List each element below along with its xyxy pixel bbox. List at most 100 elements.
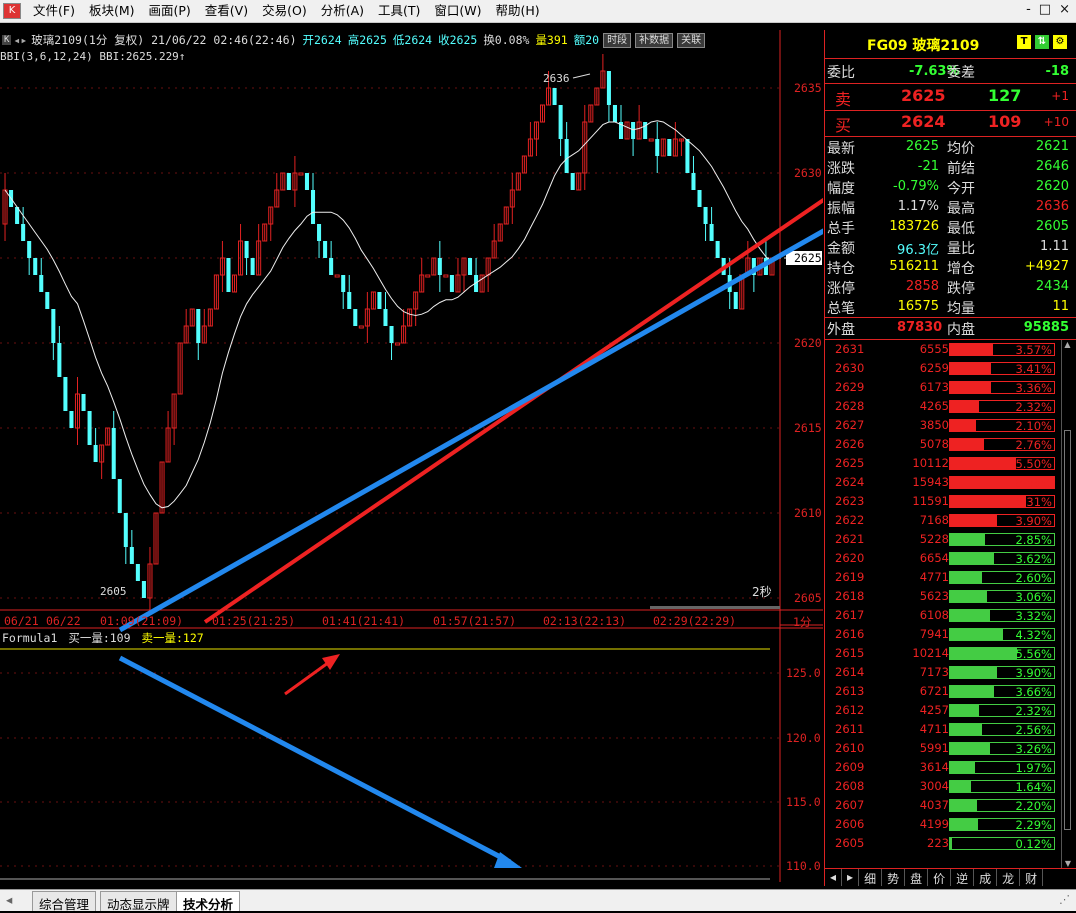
maximize-button[interactable]: □ [1039, 2, 1051, 17]
menu-file[interactable]: 文件(F) [26, 0, 82, 22]
stat-label: 前结 [947, 161, 975, 177]
menu-analysis[interactable]: 分析(A) [314, 0, 371, 22]
depth-row[interactable]: 2629 6173 3.36% [825, 378, 1059, 397]
depth-volume: 7168 [919, 513, 949, 527]
candle-body [298, 172, 304, 176]
depth-row[interactable]: 2624 15943 8.68% [825, 473, 1059, 492]
header-open: 开2624 [302, 33, 342, 47]
depth-bar-fill [951, 762, 975, 773]
tab-dynamic-board[interactable]: 动态显示牌 [100, 891, 177, 912]
candle-body [141, 581, 146, 598]
link-button[interactable]: 关联 [677, 32, 706, 48]
menu-trade[interactable]: 交易(O) [255, 0, 314, 22]
depth-row[interactable]: 2608 3004 1.64% [825, 777, 1059, 796]
gear-icon[interactable]: ⚙ [1053, 35, 1067, 49]
depth-row[interactable]: 2617 6108 3.32% [825, 606, 1059, 625]
tab-reverse[interactable]: 逆 [951, 869, 975, 886]
timeframe-button[interactable]: 时段 [603, 32, 632, 48]
minimize-button[interactable]: - [1026, 2, 1031, 17]
header-k-icon[interactable]: K [2, 35, 12, 45]
depth-row[interactable]: 2623 11591 6.31% [825, 492, 1059, 511]
close-button[interactable]: × [1059, 2, 1070, 17]
depth-row[interactable]: 2613 6721 3.66% [825, 682, 1059, 701]
stats-row: 幅度 -0.79% 今开 2620 [825, 177, 1076, 197]
menu-view-screen[interactable]: 画面(P) [142, 0, 198, 22]
scroll-up-arrow[interactable]: ▲ [1062, 340, 1073, 349]
t-button[interactable]: T [1017, 35, 1031, 49]
fill-data-button[interactable]: 补数据 [635, 32, 674, 48]
scroll-down-arrow[interactable]: ▼ [1062, 859, 1074, 868]
order-ratio-label: 委比 [827, 65, 855, 81]
depth-volume: 5991 [919, 741, 949, 755]
scroll-thumb[interactable] [1064, 430, 1071, 830]
depth-row[interactable]: 2610 5991 3.26% [825, 739, 1059, 758]
resize-grip-icon[interactable]: ⋰ [1059, 893, 1070, 906]
depth-row[interactable]: 2621 5228 2.85% [825, 530, 1059, 549]
depth-bar: 6.31% [949, 495, 1055, 508]
tab-next-icon[interactable]: ▸ [842, 869, 860, 886]
tab-trend[interactable]: 势 [882, 869, 906, 886]
depth-row[interactable]: 2616 7941 4.32% [825, 625, 1059, 644]
tab-dragon[interactable]: 龙 [997, 869, 1021, 886]
depth-row[interactable]: 2612 4257 2.32% [825, 701, 1059, 720]
depth-row[interactable]: 2627 3850 2.10% [825, 416, 1059, 435]
candle-body [39, 275, 44, 292]
depth-volume: 4199 [919, 817, 949, 831]
tab-technical[interactable]: 技术分析 [176, 891, 241, 912]
depth-row[interactable]: 2605 223 0.12% [825, 834, 1059, 853]
bid-row[interactable]: 买 2624 109 +10 [825, 112, 1076, 136]
depth-row[interactable]: 2609 3614 1.97% [825, 758, 1059, 777]
depth-scrollbar[interactable]: ▲ ▼ [1061, 340, 1073, 868]
menu-window[interactable]: 窗口(W) [427, 0, 488, 22]
depth-row[interactable]: 2628 4265 2.32% [825, 397, 1059, 416]
depth-row[interactable]: 2607 4037 2.20% [825, 796, 1059, 815]
depth-pct: 2.32% [1015, 400, 1052, 414]
depth-row[interactable]: 2625 10112 5.50% [825, 454, 1059, 473]
tab-finance[interactable]: 财 [1020, 869, 1044, 886]
red-trend-arrow [203, 197, 823, 624]
period-label[interactable]: 1分 [793, 614, 811, 630]
depth-row[interactable]: 2622 7168 3.90% [825, 511, 1059, 530]
depth-row[interactable]: 2611 4711 2.56% [825, 720, 1059, 739]
depth-price: 2628 [835, 399, 865, 413]
tab-book[interactable]: 盘 [905, 869, 929, 886]
depth-price: 2605 [835, 836, 865, 850]
menu-tools[interactable]: 工具(T) [371, 0, 427, 22]
depth-row[interactable]: 2619 4771 2.60% [825, 568, 1059, 587]
depth-pct: 2.32% [1015, 704, 1052, 718]
header-arrow-icon[interactable]: ◂▸ [13, 33, 27, 47]
tab-trades[interactable]: 成 [974, 869, 998, 886]
tab-detail[interactable]: 细 [859, 869, 883, 886]
depth-row[interactable]: 2626 5078 2.76% [825, 435, 1059, 454]
candlestick-chart[interactable]: 2635263026252620261526102605262526362605… [0, 30, 823, 882]
candle-body [667, 139, 672, 156]
menu-sector[interactable]: 板块(M) [82, 0, 142, 22]
depth-price: 2617 [835, 608, 865, 622]
menu-view[interactable]: 查看(V) [198, 0, 255, 22]
candle-body [389, 326, 394, 343]
tab-general[interactable]: 综合管理 [32, 891, 97, 912]
depth-row[interactable]: 2614 7173 3.90% [825, 663, 1059, 682]
depth-row[interactable]: 2606 4199 2.29% [825, 815, 1059, 834]
menu-help[interactable]: 帮助(H) [489, 0, 547, 22]
depth-volume: 6259 [919, 361, 949, 375]
candle-body [117, 479, 122, 513]
candle-body [286, 173, 291, 190]
tab-prev-icon[interactable]: ◂ [825, 869, 843, 886]
candle-body [697, 190, 702, 207]
stat-label: 最新 [827, 141, 855, 157]
tab-price[interactable]: 价 [928, 869, 952, 886]
candle-body [715, 241, 720, 258]
stat-value: 2621 [1035, 139, 1069, 154]
chart-area[interactable]: 2635263026252620261526102605262526362605… [0, 30, 823, 882]
depth-row[interactable]: 2615 10214 5.56% [825, 644, 1059, 663]
stat-label: 总手 [827, 221, 855, 237]
ask-row[interactable]: 卖 2625 127 +1 [825, 86, 1076, 110]
depth-row[interactable]: 2620 6654 3.62% [825, 549, 1059, 568]
tab-nav-icon[interactable]: ◂ [6, 892, 12, 907]
depth-row[interactable]: 2631 6555 3.57% [825, 340, 1059, 359]
depth-row[interactable]: 2618 5623 3.06% [825, 587, 1059, 606]
depth-row[interactable]: 2630 6259 3.41% [825, 359, 1059, 378]
depth-bar: 0.12% [949, 837, 1055, 850]
swap-icon[interactable]: ⇅ [1035, 35, 1049, 49]
